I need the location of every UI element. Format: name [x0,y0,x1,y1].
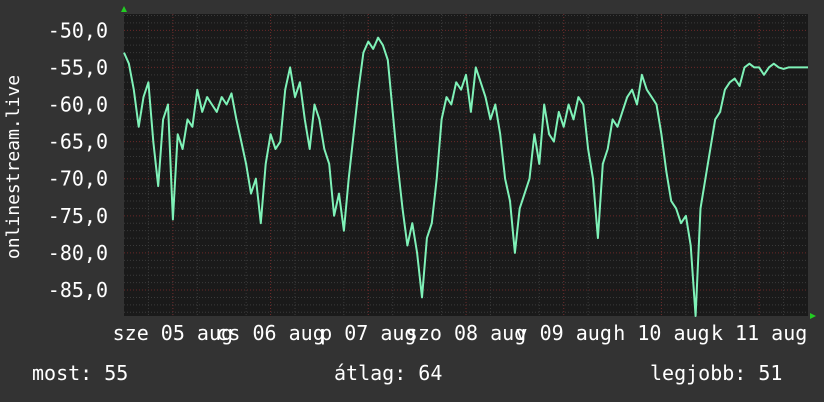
y-tick-label: -85,0 [48,278,108,302]
y-axis-label: onlinestream.live [3,75,24,259]
y-tick-label: -65,0 [48,130,108,154]
y-tick-label: -70,0 [48,167,108,191]
y-axis-arrow [121,6,127,12]
y-tick-label: -55,0 [48,55,108,79]
stat-average: átlag: 64 [334,361,443,385]
x-tick-label: v 09 aug [516,321,612,345]
chart: -50,0 -55,0 -60,0 -65,0 -70,0 -75,0 -80,0 -85,0… [3,6,816,345]
y-tick-label: -60,0 [48,93,108,117]
x-axis: sze 05 augcs 06 augp 07 augszo 08 augv 0… [113,321,808,345]
x-axis-arrow [810,313,816,319]
x-tick-label: szo 08 aug [406,321,526,345]
x-tick-label: sze 05 aug [113,321,233,345]
x-tick-label: k 11 aug [711,321,807,345]
stat-now: most: 55 [32,361,129,385]
x-tick-label: h 10 aug [613,321,709,345]
x-tick-label: p 07 aug [320,321,416,345]
y-tick-label: -75,0 [48,204,108,228]
stats-bar: most: 55 átlag: 64 legjobb: 51 [0,361,824,391]
y-tick-label: -80,0 [48,241,108,265]
stat-best: legjobb: 51 [650,361,783,385]
x-tick-label: cs 06 aug [216,321,324,345]
y-tick-label: -50,0 [48,18,108,42]
y-axis: -50,0 -55,0 -60,0 -65,0 -70,0 -75,0 -80,0 -85,0 [48,18,108,302]
